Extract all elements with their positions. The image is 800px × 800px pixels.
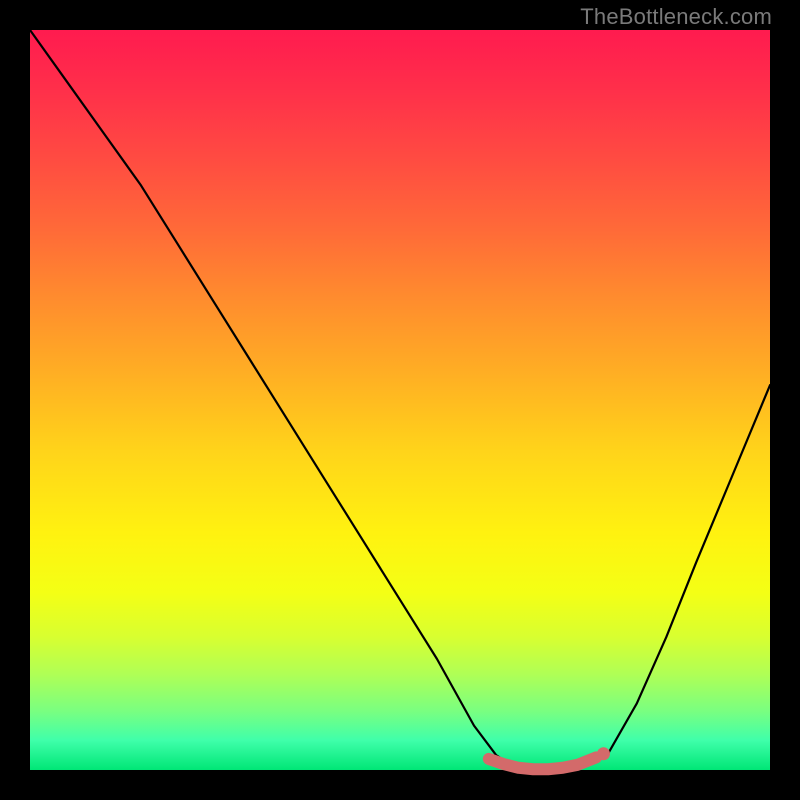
optimal-range-markers — [489, 747, 610, 769]
chart-svg — [30, 30, 770, 770]
bottleneck-curve — [30, 30, 770, 770]
watermark-text: TheBottleneck.com — [580, 4, 772, 30]
optimal-range-end-dot — [597, 747, 610, 760]
chart-container: TheBottleneck.com — [0, 0, 800, 800]
optimal-range-path — [489, 757, 596, 769]
